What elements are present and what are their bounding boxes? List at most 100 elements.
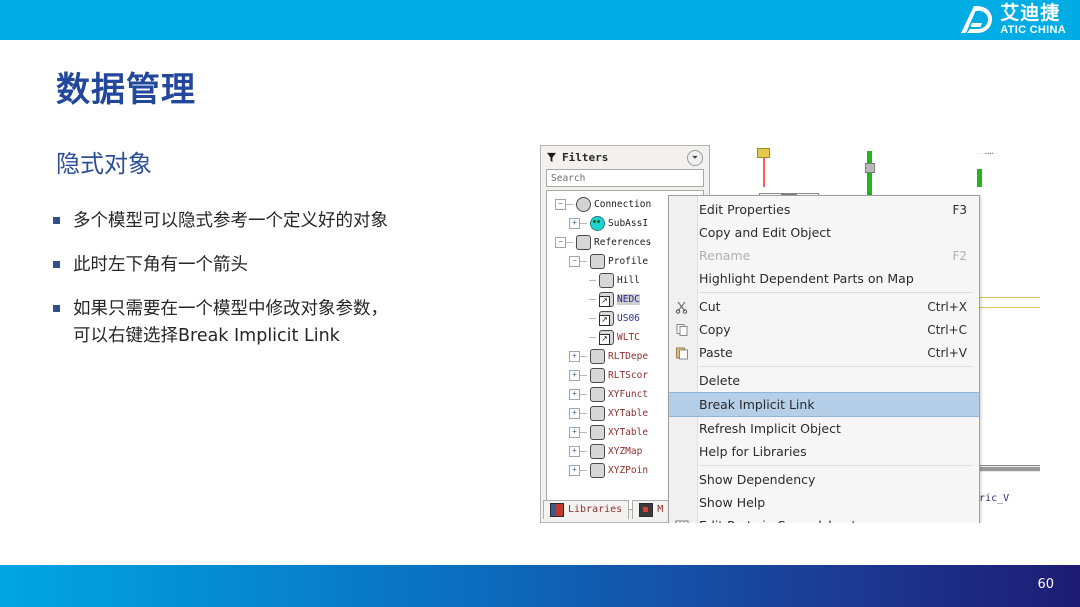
folder-icon <box>590 406 605 421</box>
tab-label: M <box>657 504 664 515</box>
tree-item-label: RLTDepe <box>608 351 649 362</box>
menu-item-rename: Rename F2 <box>669 244 979 267</box>
expander-icon[interactable]: + <box>569 351 580 362</box>
tree-item-label: SubAssI <box>608 218 649 229</box>
tree-item-label: XYZMap <box>608 446 643 457</box>
folder-icon <box>590 463 605 478</box>
expander-icon[interactable]: + <box>569 446 580 457</box>
books-icon <box>550 502 564 517</box>
bullet-marker-icon <box>53 261 60 269</box>
menu-item-label: Delete <box>699 373 741 388</box>
tab-model[interactable]: M <box>632 499 671 519</box>
menu-item-label: Refresh Implicit Object <box>699 421 841 436</box>
bullet-marker-icon <box>53 305 60 313</box>
menu-item-label: Edit Parts in Spreadsheet <box>699 518 967 523</box>
expander-icon[interactable]: − <box>555 237 566 248</box>
header-divider <box>0 40 1080 42</box>
tree-item-label: Connection <box>594 199 652 210</box>
search-placeholder: Search <box>551 172 586 184</box>
footer-bar: 60 <box>0 565 1080 607</box>
tree-item-label: RLTScor <box>608 370 649 381</box>
page-title: 数据管理 <box>56 70 196 110</box>
menu-item-break-implicit-link[interactable]: Break Implicit Link <box>669 392 979 417</box>
expander-icon[interactable]: − <box>569 256 580 267</box>
menu-item-copy-and-edit-object[interactable]: Copy and Edit Object <box>669 221 979 244</box>
context-menu[interactable]: Edit Properties F3 Copy and Edit Object … <box>668 195 980 523</box>
search-input[interactable]: Search <box>546 169 704 187</box>
filters-header: Filters ⏷ <box>541 146 709 168</box>
wire-segment <box>977 169 982 187</box>
implicit-object-icon: ↗ <box>599 311 614 326</box>
page-number: 60 <box>1037 577 1054 592</box>
attachment-line <box>763 155 765 187</box>
logo-english-name: ATIC CHINA <box>1000 24 1066 36</box>
menu-item-label: Show Dependency <box>699 472 816 487</box>
implicit-object-icon: ↗ <box>599 292 614 307</box>
folder-icon <box>590 425 605 440</box>
folder-icon <box>590 387 605 402</box>
menu-item-refresh-implicit-object[interactable]: Refresh Implicit Object <box>669 417 979 440</box>
menu-item-highlight-dependent-parts-on-map[interactable]: Highlight Dependent Parts on Map <box>669 267 979 290</box>
list-item: 如果只需要在一个模型中修改对象参数， 可以右键选择Break Implicit … <box>53 296 493 350</box>
menu-item-label: Copy and Edit Object <box>699 225 832 240</box>
wire-node <box>865 163 875 173</box>
menu-item-help-for-libraries[interactable]: Help for Libraries <box>669 440 979 463</box>
bullet-marker-icon <box>53 217 60 224</box>
chevron-double-down-icon[interactable]: ⏷ <box>687 150 703 166</box>
expander-icon[interactable]: − <box>555 199 566 210</box>
expander-icon[interactable]: + <box>569 427 580 438</box>
folder-icon <box>576 235 591 250</box>
menu-item-label: Show Help <box>699 495 766 510</box>
page-subtitle: 隐式对象 <box>56 150 152 178</box>
menu-item-edit-properties[interactable]: Edit Properties F3 <box>669 198 979 221</box>
filters-title: Filters <box>562 150 609 164</box>
app-screenshot: · · ▪▪▪▪ · ectric_V Filters ⏷ Search − C… <box>540 145 1040 523</box>
expander-icon[interactable]: + <box>569 389 580 400</box>
tree-item-label: Hill <box>617 275 640 286</box>
bullet-text: 如果只需要在一个模型中修改对象参数， 可以右键选择Break Implicit … <box>73 299 388 347</box>
ad-monogram-icon <box>961 6 993 33</box>
expander-icon[interactable]: + <box>569 218 580 229</box>
menu-separator <box>699 465 973 466</box>
bullet-text: 多个模型可以隐式参考一个定义好的对象 <box>73 211 388 231</box>
bullet-list: 多个模型可以隐式参考一个定义好的对象 此时左下角有一个箭头 如果只需要在一个模型… <box>53 208 493 368</box>
scissors-icon <box>675 301 688 314</box>
menu-item-label: Rename <box>699 248 751 263</box>
connection-icon <box>576 197 591 212</box>
menu-item-shortcut: F2 <box>952 248 967 263</box>
menu-item-shortcut: Ctrl+X <box>927 299 967 314</box>
expander-icon[interactable]: + <box>569 408 580 419</box>
menu-item-label: Highlight Dependent Parts on Map <box>699 271 914 286</box>
implicit-link-arrow-icon: ↗ <box>599 334 610 345</box>
tree-item-label: XYTable <box>608 427 649 438</box>
implicit-object-icon: ↗ <box>599 330 614 345</box>
menu-item-label: Cut <box>699 299 721 314</box>
tab-libraries[interactable]: Libraries <box>543 499 630 519</box>
bullet-text: 此时左下角有一个箭头 <box>73 255 248 276</box>
tree-item-label: Profile <box>608 256 649 267</box>
menu-item-cut[interactable]: Cut Ctrl+X <box>669 295 979 318</box>
header-bar <box>0 0 1080 40</box>
tree-item-label: WLTC <box>617 332 640 343</box>
expander-icon[interactable]: + <box>569 465 580 476</box>
folder-icon <box>590 368 605 383</box>
menu-item-paste[interactable]: Paste Ctrl+V <box>669 341 979 364</box>
menu-item-edit-parts-in-spreadsheet[interactable]: Edit Parts in Spreadsheet <box>669 514 979 523</box>
logo-chinese-name: 艾迪捷 <box>1000 2 1061 24</box>
tree-item-label: XYFunct <box>608 389 649 400</box>
tab-label: Libraries <box>568 504 623 515</box>
list-item: 多个模型可以隐式参考一个定义好的对象 <box>53 208 493 235</box>
tree-item-label: XYZPoin <box>608 465 649 476</box>
menu-item-show-dependency[interactable]: Show Dependency <box>669 468 979 491</box>
menu-item-copy[interactable]: Copy Ctrl+C <box>669 318 979 341</box>
drawing-annotation: · · ▪▪▪▪ · <box>977 151 999 157</box>
menu-item-label: Copy <box>699 322 731 337</box>
expander-icon[interactable]: + <box>569 370 580 381</box>
folder-icon <box>590 254 605 269</box>
object-icon <box>599 273 614 288</box>
subassembly-icon <box>590 216 605 231</box>
menu-item-delete[interactable]: Delete <box>669 369 979 392</box>
menu-item-shortcut: Ctrl+V <box>927 345 967 360</box>
menu-item-show-help[interactable]: Show Help <box>669 491 979 514</box>
copy-icon <box>676 324 688 336</box>
